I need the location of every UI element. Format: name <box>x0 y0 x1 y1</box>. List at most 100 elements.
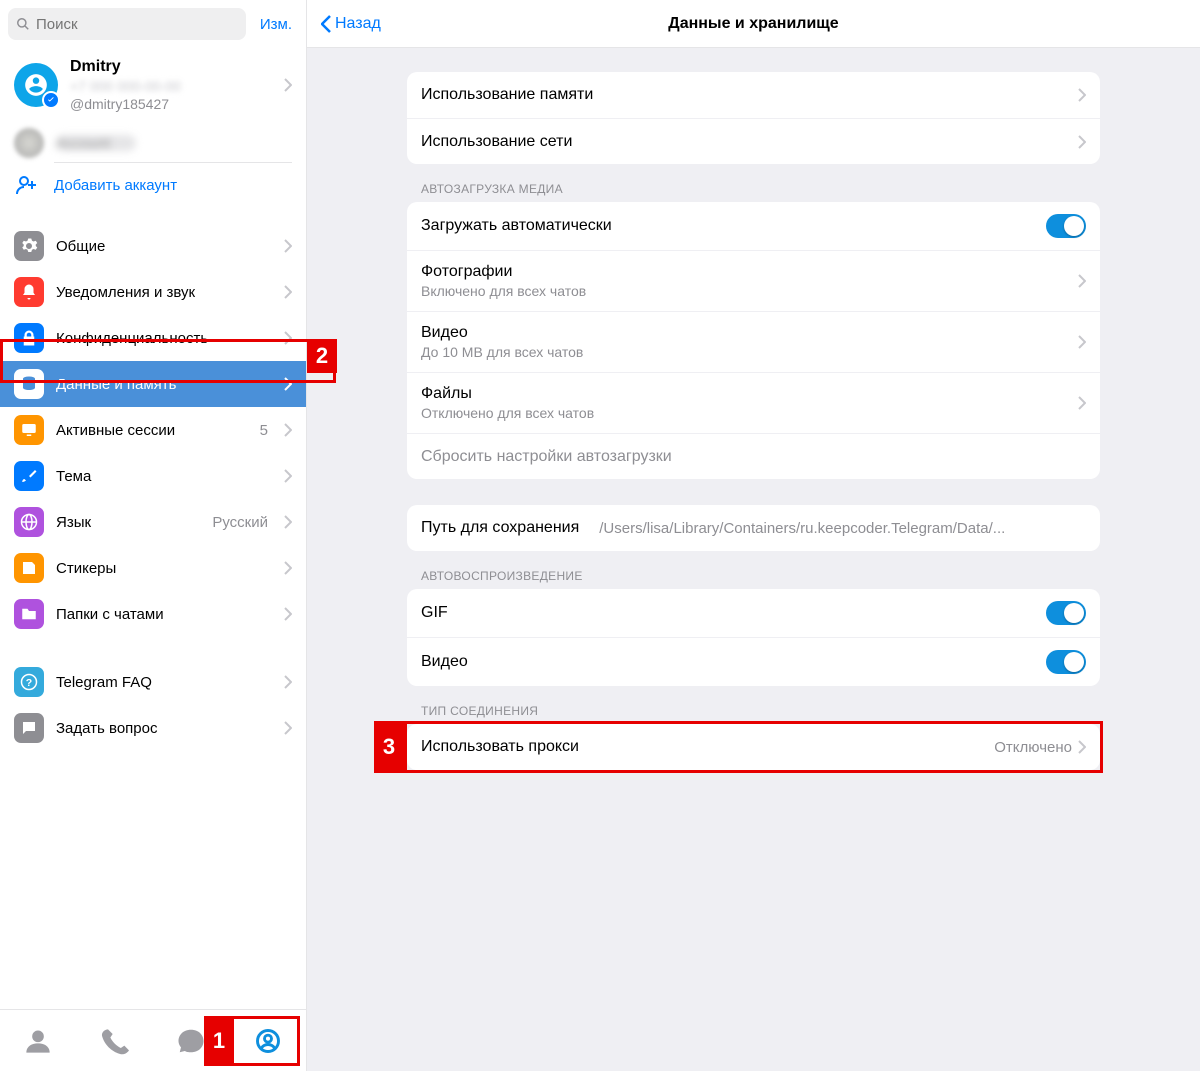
annotation-3-tag: 3 <box>374 721 404 773</box>
row-value: /Users/lisa/Library/Containers/ru.keepco… <box>599 520 1009 537</box>
add-account-icon <box>14 173 40 197</box>
sessions-icon <box>14 415 44 445</box>
sidebar-item-value: 5 <box>260 422 268 439</box>
question-icon: ? <box>14 667 44 697</box>
account2-name: Account <box>56 135 136 151</box>
sidebar-item-label: Общие <box>56 238 268 255</box>
svg-text:?: ? <box>26 677 32 689</box>
row-label: Файлы <box>421 385 472 403</box>
sidebar-item-privacy[interactable]: Конфиденциальность <box>0 315 306 361</box>
chevron-right-icon <box>1078 396 1086 410</box>
row-sub: Отключено для всех чатов <box>421 405 594 421</box>
row-network-usage[interactable]: Использование сети <box>407 118 1100 164</box>
main-header: Назад Данные и хранилище <box>307 0 1200 48</box>
profile-row[interactable]: Dmitry +7 000 000-00-00 @dmitry185427 <box>0 48 306 122</box>
row-label: Видео <box>421 324 468 342</box>
sidebar-item-label: Уведомления и звук <box>56 284 268 301</box>
main-panel: Назад Данные и хранилище Использование п… <box>307 0 1200 1071</box>
sidebar-item-sessions[interactable]: Активные сессии 5 <box>0 407 306 453</box>
sidebar-item-label: Данные и память <box>56 376 268 393</box>
back-label: Назад <box>335 15 381 33</box>
toggle-gif[interactable] <box>1046 601 1086 625</box>
search-input[interactable] <box>36 16 238 33</box>
add-account-label: Добавить аккаунт <box>54 177 177 194</box>
row-label: Использование сети <box>421 133 1072 151</box>
lock-icon <box>14 323 44 353</box>
chevron-right-icon <box>284 607 292 621</box>
profile-username: @dmitry185427 <box>70 96 272 112</box>
conn-group: Использовать прокси Отключено <box>407 724 1100 770</box>
row-video[interactable]: Видео До 10 MB для всех чатов <box>407 311 1100 372</box>
sidebar-item-label: Telegram FAQ <box>56 674 268 691</box>
add-account-row[interactable]: Добавить аккаунт <box>0 163 306 215</box>
row-save-path[interactable]: Путь для сохранения /Users/lisa/Library/… <box>407 505 1100 551</box>
sidebar-item-data-storage[interactable]: Данные и память <box>0 361 306 407</box>
chevron-right-icon <box>1078 740 1086 754</box>
group-header-conn: ТИП СОЕДИНЕНИЯ <box>407 686 1100 724</box>
autoplay-group: GIF Видео <box>407 589 1100 686</box>
sidebar-item-faq[interactable]: ? Telegram FAQ <box>0 659 306 705</box>
chevron-right-icon <box>284 561 292 575</box>
sidebar-item-label: Задать вопрос <box>56 720 268 737</box>
row-value: Отключено <box>994 739 1072 756</box>
settings-list: Общие Уведомления и звук Конфиденциально… <box>0 215 306 751</box>
account2-avatar <box>14 128 44 158</box>
chevron-right-icon <box>284 675 292 689</box>
profile-avatar <box>14 63 58 107</box>
row-reset-autoload[interactable]: Сбросить настройки автозагрузки <box>407 433 1100 479</box>
row-storage-usage[interactable]: Использование памяти <box>407 72 1100 118</box>
sidebar-item-label: Язык <box>56 514 200 531</box>
sidebar-item-theme[interactable]: Тема <box>0 453 306 499</box>
chevron-right-icon <box>284 239 292 253</box>
gear-icon <box>14 231 44 261</box>
edit-button[interactable]: Изм. <box>254 12 298 37</box>
sidebar-item-general[interactable]: Общие <box>0 223 306 269</box>
globe-icon <box>14 507 44 537</box>
chevron-right-icon <box>284 331 292 345</box>
verified-badge-icon <box>42 91 60 109</box>
folder-icon <box>14 599 44 629</box>
annotation-2-tag: 2 <box>307 339 337 373</box>
row-label: GIF <box>421 604 1046 622</box>
sidebar-item-label: Тема <box>56 468 268 485</box>
sidebar-item-ask[interactable]: Задать вопрос <box>0 705 306 751</box>
toggle-auto-download[interactable] <box>1046 214 1086 238</box>
row-video-autoplay[interactable]: Видео <box>407 637 1100 686</box>
row-photos[interactable]: Фотографии Включено для всех чатов <box>407 250 1100 311</box>
profile-info: Dmitry +7 000 000-00-00 @dmitry185427 <box>70 58 272 112</box>
row-label: Сбросить настройки автозагрузки <box>421 448 1086 466</box>
row-use-proxy[interactable]: Использовать прокси Отключено <box>407 724 1100 770</box>
chevron-right-icon <box>1078 88 1086 102</box>
tab-settings[interactable] <box>248 1021 288 1061</box>
sidebar-item-label: Стикеры <box>56 560 268 577</box>
chevron-right-icon <box>284 515 292 529</box>
row-files[interactable]: Файлы Отключено для всех чатов <box>407 372 1100 433</box>
row-gif-autoplay[interactable]: GIF <box>407 589 1100 637</box>
chevron-right-icon <box>284 469 292 483</box>
chevron-right-icon <box>284 78 292 92</box>
search-field[interactable] <box>8 8 246 40</box>
annotation-1-tag: 1 <box>204 1016 234 1066</box>
sidebar-item-stickers[interactable]: Стикеры <box>0 545 306 591</box>
sidebar-item-folders[interactable]: Папки с чатами <box>0 591 306 637</box>
toggle-video[interactable] <box>1046 650 1086 674</box>
sidebar-item-language[interactable]: Язык Русский <box>0 499 306 545</box>
tab-contacts[interactable] <box>18 1021 58 1061</box>
sidebar: Изм. Dmitry +7 000 000-00-00 @dmitry1854… <box>0 0 307 1071</box>
row-label: Использование памяти <box>421 86 1072 104</box>
account2-row[interactable]: Account <box>54 122 292 163</box>
sidebar-item-label: Активные сессии <box>56 422 248 439</box>
chevron-right-icon <box>1078 274 1086 288</box>
tab-calls[interactable] <box>95 1021 135 1061</box>
sidebar-top: Изм. <box>0 0 306 48</box>
sidebar-item-label: Папки с чатами <box>56 606 268 623</box>
row-label: Путь для сохранения <box>421 519 579 537</box>
back-button[interactable]: Назад <box>321 15 381 33</box>
sticker-icon <box>14 553 44 583</box>
tabbar: 1 <box>0 1009 306 1071</box>
search-icon <box>16 17 30 31</box>
group-header-autoplay: АВТОВОСПРОИЗВЕДЕНИЕ <box>407 551 1100 589</box>
chat-icon <box>14 713 44 743</box>
sidebar-item-notifications[interactable]: Уведомления и звук <box>0 269 306 315</box>
row-auto-download[interactable]: Загружать автоматически <box>407 202 1100 250</box>
